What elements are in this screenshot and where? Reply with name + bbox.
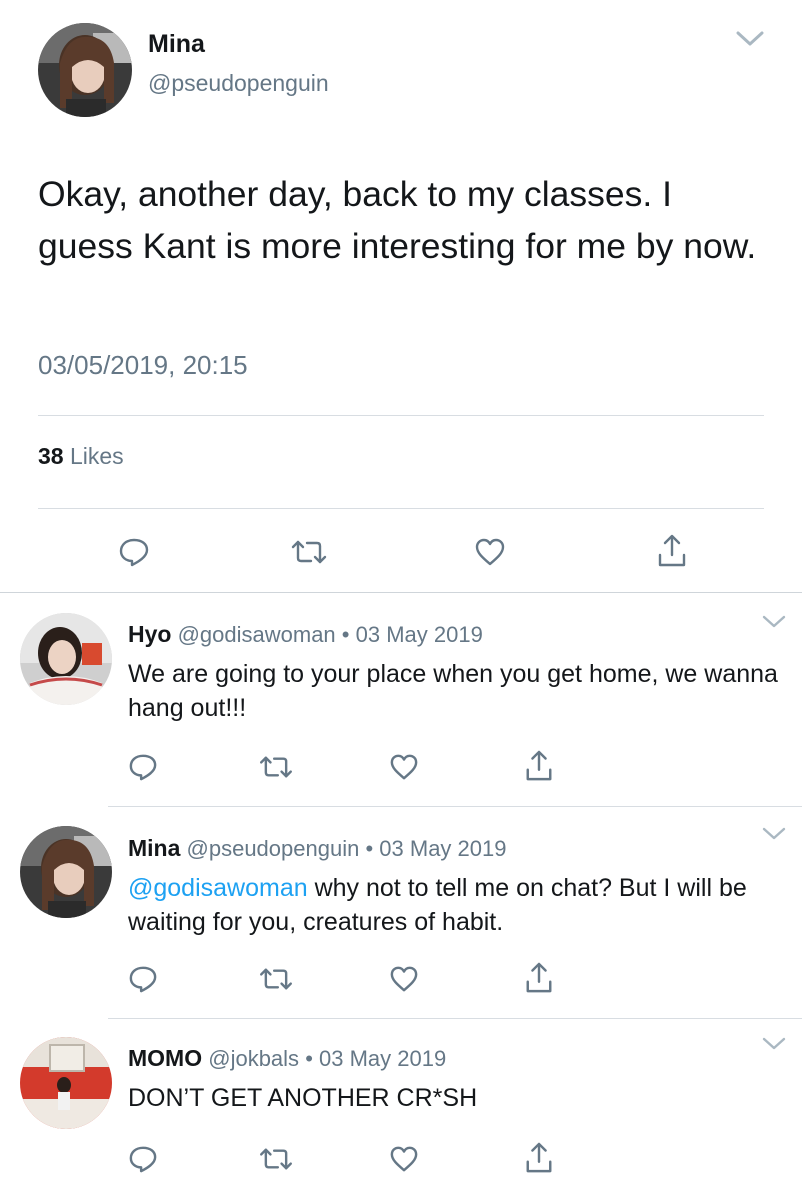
separator-dot: •: [365, 836, 374, 861]
reply-date: 03 May 2019: [379, 836, 507, 861]
reply-text: @godisawoman why not to tell me on chat?…: [128, 871, 778, 939]
avatar[interactable]: [38, 23, 132, 117]
reply-date: 03 May 2019: [319, 1046, 447, 1071]
like-icon[interactable]: [389, 965, 419, 993]
likes-label: Likes: [69, 443, 124, 469]
reply-author-handle[interactable]: @godisawoman: [178, 622, 336, 647]
mention-link[interactable]: @godisawoman: [128, 874, 308, 902]
tweet-text: Okay, another day, back to my classes. I…: [38, 174, 757, 266]
retweet-icon[interactable]: [258, 967, 294, 991]
separator-dot: •: [341, 622, 350, 647]
avatar-photo: [20, 613, 112, 705]
likes-number: 38: [38, 443, 64, 469]
avatar[interactable]: [20, 1037, 112, 1129]
avatar-photo: [38, 23, 132, 117]
divider: [38, 508, 764, 509]
like-icon[interactable]: [389, 753, 419, 781]
reply-text: DON’T GET ANOTHER CR*SH: [128, 1081, 778, 1115]
chevron-down-icon[interactable]: [762, 827, 786, 841]
avatar-photo: [20, 1037, 112, 1129]
reply-date: 03 May 2019: [355, 622, 483, 647]
reply-tweet: Mina @pseudopenguin • 03 May 2019 @godis…: [0, 807, 802, 1018]
reply-text: We are going to your place when you get …: [128, 657, 778, 725]
reply-icon[interactable]: [128, 753, 158, 781]
likes-count[interactable]: 38 Likes: [38, 443, 124, 470]
reply-author-handle[interactable]: @pseudopenguin: [187, 836, 360, 861]
like-icon[interactable]: [474, 537, 506, 567]
reply-tweet: MOMO @jokbals • 03 May 2019 DON’T GET AN…: [0, 1019, 802, 1200]
reply-tweet: Hyo @godisawoman • 03 May 2019 We are go…: [0, 593, 802, 806]
reply-icon[interactable]: [128, 965, 158, 993]
reply-author-name[interactable]: Mina: [128, 835, 180, 861]
reply-header: Hyo @godisawoman • 03 May 2019: [128, 621, 483, 648]
chevron-down-icon[interactable]: [762, 615, 786, 629]
avatar[interactable]: [20, 613, 112, 705]
reply-icon[interactable]: [118, 537, 150, 567]
retweet-icon[interactable]: [258, 1147, 294, 1171]
divider: [38, 415, 764, 416]
reply-header: Mina @pseudopenguin • 03 May 2019: [128, 835, 506, 862]
avatar[interactable]: [20, 826, 112, 918]
share-icon[interactable]: [524, 961, 554, 995]
avatar-photo: [20, 826, 112, 918]
reply-author-handle[interactable]: @jokbals: [208, 1046, 299, 1071]
reply-body: DON’T GET ANOTHER CR*SH: [128, 1084, 478, 1112]
like-icon[interactable]: [389, 1145, 419, 1173]
main-tweet: Mina @pseudopenguin Okay, another day, b…: [0, 0, 802, 593]
reply-icon[interactable]: [128, 1145, 158, 1173]
retweet-icon[interactable]: [290, 539, 328, 565]
author-handle[interactable]: @pseudopenguin: [148, 70, 329, 97]
share-icon[interactable]: [524, 749, 554, 783]
reply-author-name[interactable]: MOMO: [128, 1045, 202, 1071]
author-name[interactable]: Mina: [148, 30, 205, 59]
reply-body: We are going to your place when you get …: [128, 660, 778, 722]
tweet-timestamp: 03/05/2019, 20:15: [38, 350, 248, 380]
retweet-icon[interactable]: [258, 755, 294, 779]
reply-header: MOMO @jokbals • 03 May 2019: [128, 1045, 446, 1072]
share-icon[interactable]: [656, 533, 688, 569]
chevron-down-icon[interactable]: [735, 30, 765, 48]
share-icon[interactable]: [524, 1141, 554, 1175]
separator-dot: •: [305, 1046, 313, 1071]
chevron-down-icon[interactable]: [762, 1037, 786, 1051]
reply-author-name[interactable]: Hyo: [128, 621, 171, 647]
